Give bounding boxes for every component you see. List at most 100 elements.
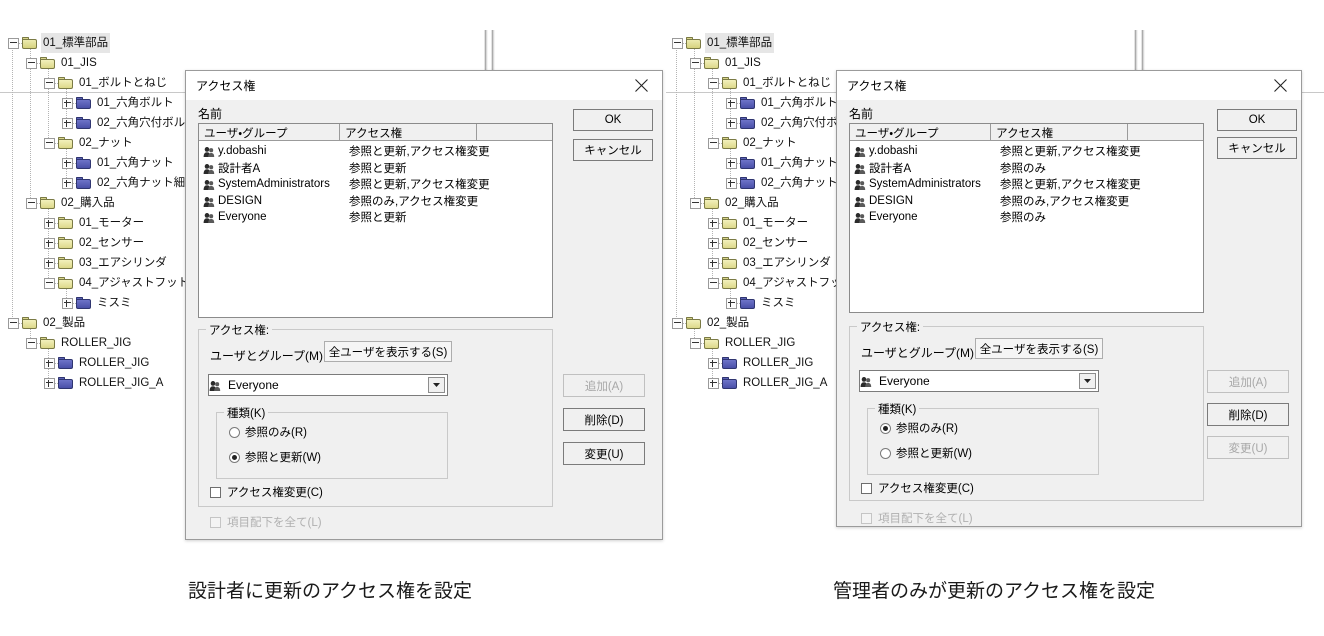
change-button[interactable]: 変更(U) — [563, 442, 645, 465]
expand-icon[interactable] — [62, 158, 73, 169]
cancel-button[interactable]: キャンセル — [1217, 137, 1297, 159]
tree-item[interactable]: 02_購入品 — [672, 193, 863, 213]
close-icon[interactable] — [622, 71, 662, 99]
column-header-access[interactable]: アクセス権 — [340, 124, 476, 140]
table-row[interactable]: 設計者A参照と更新 — [199, 160, 552, 177]
checkbox-permission-change[interactable]: アクセス権変更(C) — [861, 480, 974, 496]
tree-item[interactable]: ミスミ — [8, 293, 199, 313]
collapse-icon[interactable] — [708, 278, 719, 289]
tree-item[interactable]: ROLLER_JIG_A — [8, 373, 199, 393]
show-all-users-button[interactable]: 全ユーザを表示する(S) — [324, 341, 452, 362]
collapse-icon[interactable] — [26, 198, 37, 209]
expand-icon[interactable] — [708, 378, 719, 389]
collapse-icon[interactable] — [708, 78, 719, 89]
tree-item[interactable]: 02_センサー — [8, 233, 199, 253]
tree-item[interactable]: ROLLER_JIG — [672, 333, 863, 353]
checkbox-apply-to-children[interactable]: 項目配下を全て(L) — [210, 514, 322, 530]
delete-button[interactable]: 削除(D) — [563, 408, 645, 431]
table-row[interactable]: 設計者A参照のみ — [850, 160, 1203, 177]
chevron-down-icon[interactable] — [1079, 373, 1096, 389]
tree-item[interactable]: 02_六角穴付ボルト — [8, 113, 199, 133]
tree-item[interactable]: 04_アジャストフット — [672, 273, 863, 293]
tree-item[interactable]: 03_エアシリンダ — [8, 253, 199, 273]
folder-tree-left[interactable]: 01_標準部品01_JIS01_ボルトとねじ01_六角ボルト02_六角穴付ボルト… — [8, 33, 199, 393]
tree-item[interactable]: 02_センサー — [672, 233, 863, 253]
expand-icon[interactable] — [62, 98, 73, 109]
cancel-button[interactable]: キャンセル — [573, 139, 653, 161]
expand-icon[interactable] — [44, 358, 55, 369]
tree-item[interactable]: 01_六角ナット — [8, 153, 199, 173]
radio-read-only[interactable]: 参照のみ(R) — [229, 424, 307, 440]
expand-icon[interactable] — [708, 238, 719, 249]
column-header-access[interactable]: アクセス権 — [991, 124, 1127, 140]
show-all-users-button[interactable]: 全ユーザを表示する(S) — [975, 338, 1103, 359]
collapse-icon[interactable] — [690, 338, 701, 349]
tree-item[interactable]: 02_六角ナット細目 — [672, 173, 863, 193]
tree-item[interactable]: 02_ナット — [672, 133, 863, 153]
tree-item[interactable]: 02_製品 — [672, 313, 863, 333]
tree-item[interactable]: 02_購入品 — [8, 193, 199, 213]
dialog-titlebar[interactable]: アクセス権 — [837, 71, 1301, 100]
tree-item[interactable]: 01_JIS — [8, 53, 199, 73]
tree-item[interactable]: 03_エアシリンダ — [672, 253, 863, 273]
collapse-icon[interactable] — [44, 78, 55, 89]
tree-item[interactable]: 01_標準部品 — [672, 33, 863, 53]
collapse-icon[interactable] — [8, 38, 19, 49]
add-button[interactable]: 追加(A) — [1207, 370, 1289, 393]
add-button[interactable]: 追加(A) — [563, 374, 645, 397]
tree-item[interactable]: ROLLER_JIG — [8, 333, 199, 353]
expand-icon[interactable] — [726, 178, 737, 189]
expand-icon[interactable] — [44, 218, 55, 229]
collapse-icon[interactable] — [44, 138, 55, 149]
table-row[interactable]: Everyone参照のみ — [850, 209, 1203, 226]
collapse-icon[interactable] — [708, 138, 719, 149]
tree-item[interactable]: ROLLER_JIG — [8, 353, 199, 373]
table-row[interactable]: SystemAdministrators参照と更新,アクセス権変更 — [199, 176, 552, 193]
expand-icon[interactable] — [44, 258, 55, 269]
tree-item[interactable]: 01_モーター — [672, 213, 863, 233]
permission-listbox[interactable]: ユーザ・グループ アクセス権 y.dobashi参照と更新,アクセス権変更設計者… — [849, 123, 1204, 313]
radio-read-write[interactable]: 参照と更新(W) — [229, 449, 321, 465]
collapse-icon[interactable] — [8, 318, 19, 329]
tree-item[interactable]: 01_標準部品 — [8, 33, 199, 53]
column-header-user-group[interactable]: ユーザ・グループ — [850, 124, 991, 140]
tree-item[interactable]: ROLLER_JIG_A — [672, 373, 863, 393]
user-group-combobox[interactable]: Everyone — [208, 374, 448, 396]
expand-icon[interactable] — [44, 378, 55, 389]
table-row[interactable]: y.dobashi参照と更新,アクセス権変更 — [850, 143, 1203, 160]
table-row[interactable]: DESIGN参照のみ,アクセス権変更 — [199, 193, 552, 210]
tree-item[interactable]: 01_ボルトとねじ — [8, 73, 199, 93]
tree-item[interactable]: 02_ナット — [8, 133, 199, 153]
tree-item[interactable]: 02_六角穴付ボルト — [672, 113, 863, 133]
tree-item[interactable]: 01_六角ボルト — [672, 93, 863, 113]
dialog-titlebar[interactable]: アクセス権 — [186, 71, 662, 100]
chevron-down-icon[interactable] — [428, 377, 445, 393]
collapse-icon[interactable] — [26, 58, 37, 69]
tree-item[interactable]: 01_六角ナット — [672, 153, 863, 173]
tree-item[interactable]: 01_六角ボルト — [8, 93, 199, 113]
table-row[interactable]: SystemAdministrators参照と更新,アクセス権変更 — [850, 176, 1203, 193]
checkbox-permission-change[interactable]: アクセス権変更(C) — [210, 484, 323, 500]
tree-item[interactable]: 04_アジャストフット — [8, 273, 199, 293]
tree-item[interactable]: ミスミ — [672, 293, 863, 313]
ok-button[interactable]: OK — [1217, 109, 1297, 131]
expand-icon[interactable] — [708, 358, 719, 369]
expand-icon[interactable] — [708, 218, 719, 229]
collapse-icon[interactable] — [26, 338, 37, 349]
expand-icon[interactable] — [62, 118, 73, 129]
collapse-icon[interactable] — [44, 278, 55, 289]
delete-button[interactable]: 削除(D) — [1207, 403, 1289, 426]
column-header-blank[interactable] — [477, 124, 552, 140]
table-row[interactable]: Everyone参照と更新 — [199, 209, 552, 226]
collapse-icon[interactable] — [672, 38, 683, 49]
expand-icon[interactable] — [44, 238, 55, 249]
permission-listbox[interactable]: ユーザ・グループ アクセス権 y.dobashi参照と更新,アクセス権変更設計者… — [198, 123, 553, 318]
change-button[interactable]: 変更(U) — [1207, 436, 1289, 459]
table-row[interactable]: y.dobashi参照と更新,アクセス権変更 — [199, 143, 552, 160]
user-group-combobox[interactable]: Everyone — [859, 370, 1099, 392]
collapse-icon[interactable] — [672, 318, 683, 329]
column-header-user-group[interactable]: ユーザ・グループ — [199, 124, 340, 140]
radio-read-only[interactable]: 参照のみ(R) — [880, 420, 958, 436]
expand-icon[interactable] — [708, 258, 719, 269]
table-row[interactable]: DESIGN参照のみ,アクセス権変更 — [850, 193, 1203, 210]
